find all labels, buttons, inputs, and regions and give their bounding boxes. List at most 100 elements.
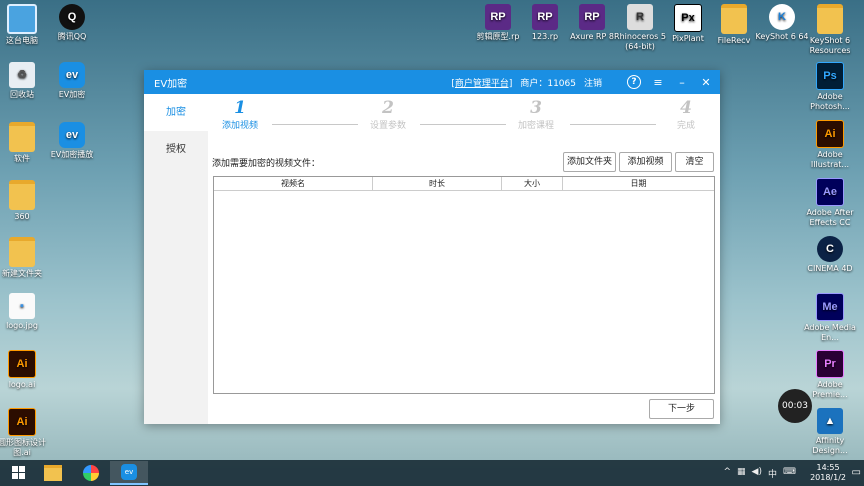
desktop-icon-qq[interactable]: Q 腾讯QQ: [42, 4, 102, 42]
illustrator-icon: Ai: [816, 120, 844, 148]
rhino-icon: R: [627, 4, 653, 30]
file-toolbar: 添加需要加密的视频文件： 添加文件夹 添加视频 清空: [208, 151, 720, 173]
network-icon[interactable]: ▦: [737, 467, 746, 480]
table-header: 视频名 时长 大小 日期: [214, 177, 714, 191]
qq-icon: Q: [59, 4, 85, 30]
help-icon: ?: [627, 75, 641, 89]
merchant-id: 商户：11065: [520, 78, 576, 89]
notification-icon[interactable]: ▭: [852, 467, 861, 478]
ev-encrypt-window: EV加密 [商户管理平台] 商户：11065 注销 ? ≡ – ✕ 加密 授权 …: [144, 70, 720, 424]
step-connector: [420, 124, 506, 125]
ev-icon: ev: [59, 62, 85, 88]
step-label: 完成: [676, 121, 695, 131]
step-1: 1 添加视频: [210, 98, 270, 131]
column-header-date[interactable]: 日期: [563, 177, 714, 190]
ime-indicator[interactable]: 中: [768, 467, 777, 480]
help-button[interactable]: ?: [626, 74, 642, 90]
window-title: EV加密: [154, 78, 188, 90]
desktop-icon-logo-ai[interactable]: Ai logo.ai: [0, 350, 52, 390]
desktop-icon-premiere[interactable]: Pr Adobe Premie...: [800, 350, 860, 400]
rp-icon: RP: [532, 4, 558, 30]
clear-button[interactable]: 清空: [675, 152, 714, 172]
sidebar: 加密 授权: [144, 94, 208, 424]
desktop-icon-ev-player[interactable]: ev EV加密播放: [42, 122, 102, 160]
video-table[interactable]: 视频名 时长 大小 日期: [213, 176, 715, 394]
minimize-button[interactable]: –: [674, 74, 690, 90]
column-header-size[interactable]: 大小: [502, 177, 563, 190]
windows-icon: [12, 466, 25, 479]
affinity-icon: ▲: [817, 408, 843, 434]
add-folder-button[interactable]: 添加文件夹: [563, 152, 616, 172]
rp-icon: RP: [485, 4, 511, 30]
step-number: 4: [680, 98, 692, 118]
desktop-icon-ev-encrypt[interactable]: ev EV加密: [42, 62, 102, 100]
ai-icon: Ai: [8, 350, 36, 378]
browser-icon: [83, 465, 99, 481]
step-connector: [570, 124, 656, 125]
keyboard-icon[interactable]: ⌨: [783, 467, 796, 480]
desktop-icon-after-effects[interactable]: Ae Adobe After Effects CC: [800, 178, 860, 228]
step-label: 设置参数: [369, 121, 406, 131]
tray-chevron-icon[interactable]: ^: [723, 467, 731, 480]
desktop-icon-logo-jpg[interactable]: ▪ logo.jpg: [0, 293, 52, 331]
desktop-icon-illustrator[interactable]: Ai Adobe Illustrat...: [800, 120, 860, 170]
after-effects-icon: Ae: [816, 178, 844, 206]
taskbar-browser[interactable]: [72, 461, 110, 485]
system-tray: ^ ▦ ◀) 中 ⌨: [723, 467, 796, 480]
pixplant-icon: Px: [674, 4, 702, 32]
folder-icon: [9, 237, 35, 267]
photoshop-icon: Ps: [816, 62, 844, 90]
desktop-icon-new-folder[interactable]: 新建文件夹: [0, 237, 52, 279]
taskbar-ev-encrypt[interactable]: ev: [110, 461, 148, 485]
desktop-icon-cinema4d[interactable]: C CINEMA 4D: [800, 236, 860, 274]
logout-link[interactable]: 注销: [584, 76, 602, 89]
taskbar: ev ^ ▦ ◀) 中 ⌨ 14:55 2018/1/2 ▭: [0, 460, 864, 486]
add-video-button[interactable]: 添加视频: [619, 152, 672, 172]
recorder-timer[interactable]: 00:03: [778, 389, 812, 423]
ev-icon: ev: [59, 122, 85, 148]
rp-icon: RP: [579, 4, 605, 30]
step-number: 3: [530, 98, 542, 118]
keyshot-icon: K: [769, 4, 795, 30]
folder-icon: [9, 122, 35, 152]
sidebar-item-authorize[interactable]: 授权: [144, 131, 208, 168]
ai-icon: Ai: [8, 408, 36, 436]
step-label: 添加视频: [221, 121, 258, 131]
step-number: 1: [234, 98, 246, 118]
clock-date: 2018/1/2: [810, 473, 846, 482]
folder-icon: [9, 180, 35, 210]
column-header-name[interactable]: 视频名: [214, 177, 373, 190]
step-2: 2 设置参数: [358, 98, 418, 131]
step-label: 加密课程: [517, 121, 554, 131]
recycle-bin-icon: ♻: [9, 62, 35, 88]
desktop-icon-photoshop[interactable]: Ps Adobe Photosh...: [800, 62, 860, 112]
sidebar-item-encrypt[interactable]: 加密: [144, 94, 208, 131]
start-button[interactable]: [0, 461, 38, 485]
taskbar-clock[interactable]: 14:55 2018/1/2: [810, 463, 846, 483]
file-icon: ▪: [9, 293, 35, 319]
media-encoder-icon: Me: [816, 293, 844, 321]
next-step-button[interactable]: 下一步: [649, 399, 714, 419]
menu-icon: ≡: [653, 75, 663, 89]
step-4: 4 完成: [656, 98, 716, 131]
window-titlebar[interactable]: EV加密 [商户管理平台] 商户：11065 注销 ? ≡ – ✕: [144, 70, 720, 94]
step-indicator: 1 添加视频 2 设置参数 3 加密课程 4 完成: [208, 94, 720, 142]
close-button[interactable]: ✕: [698, 74, 714, 90]
step-connector: [272, 124, 358, 125]
premiere-icon: Pr: [816, 350, 844, 378]
step-3: 3 加密课程: [506, 98, 566, 131]
volume-icon[interactable]: ◀): [752, 467, 762, 480]
folder-icon: [44, 465, 62, 481]
folder-icon: [721, 4, 747, 34]
merchant-platform-link[interactable]: [商户管理平台]: [451, 76, 512, 89]
taskbar-file-explorer[interactable]: [34, 461, 72, 485]
folder-icon: [817, 4, 843, 34]
step-number: 2: [382, 98, 394, 118]
desktop-icon-circle-design-ai[interactable]: Ai 圆形图标设计图.ai: [0, 408, 52, 458]
clock-time: 14:55: [816, 463, 840, 472]
desktop-icon-media-encoder[interactable]: Me Adobe Media En...: [800, 293, 860, 343]
column-header-duration[interactable]: 时长: [373, 177, 502, 190]
desktop-icon-360-folder[interactable]: 360: [0, 180, 52, 222]
desktop-icon-keyshot-resources[interactable]: KeyShot 6 Resources: [800, 4, 860, 56]
menu-button[interactable]: ≡: [650, 74, 666, 90]
